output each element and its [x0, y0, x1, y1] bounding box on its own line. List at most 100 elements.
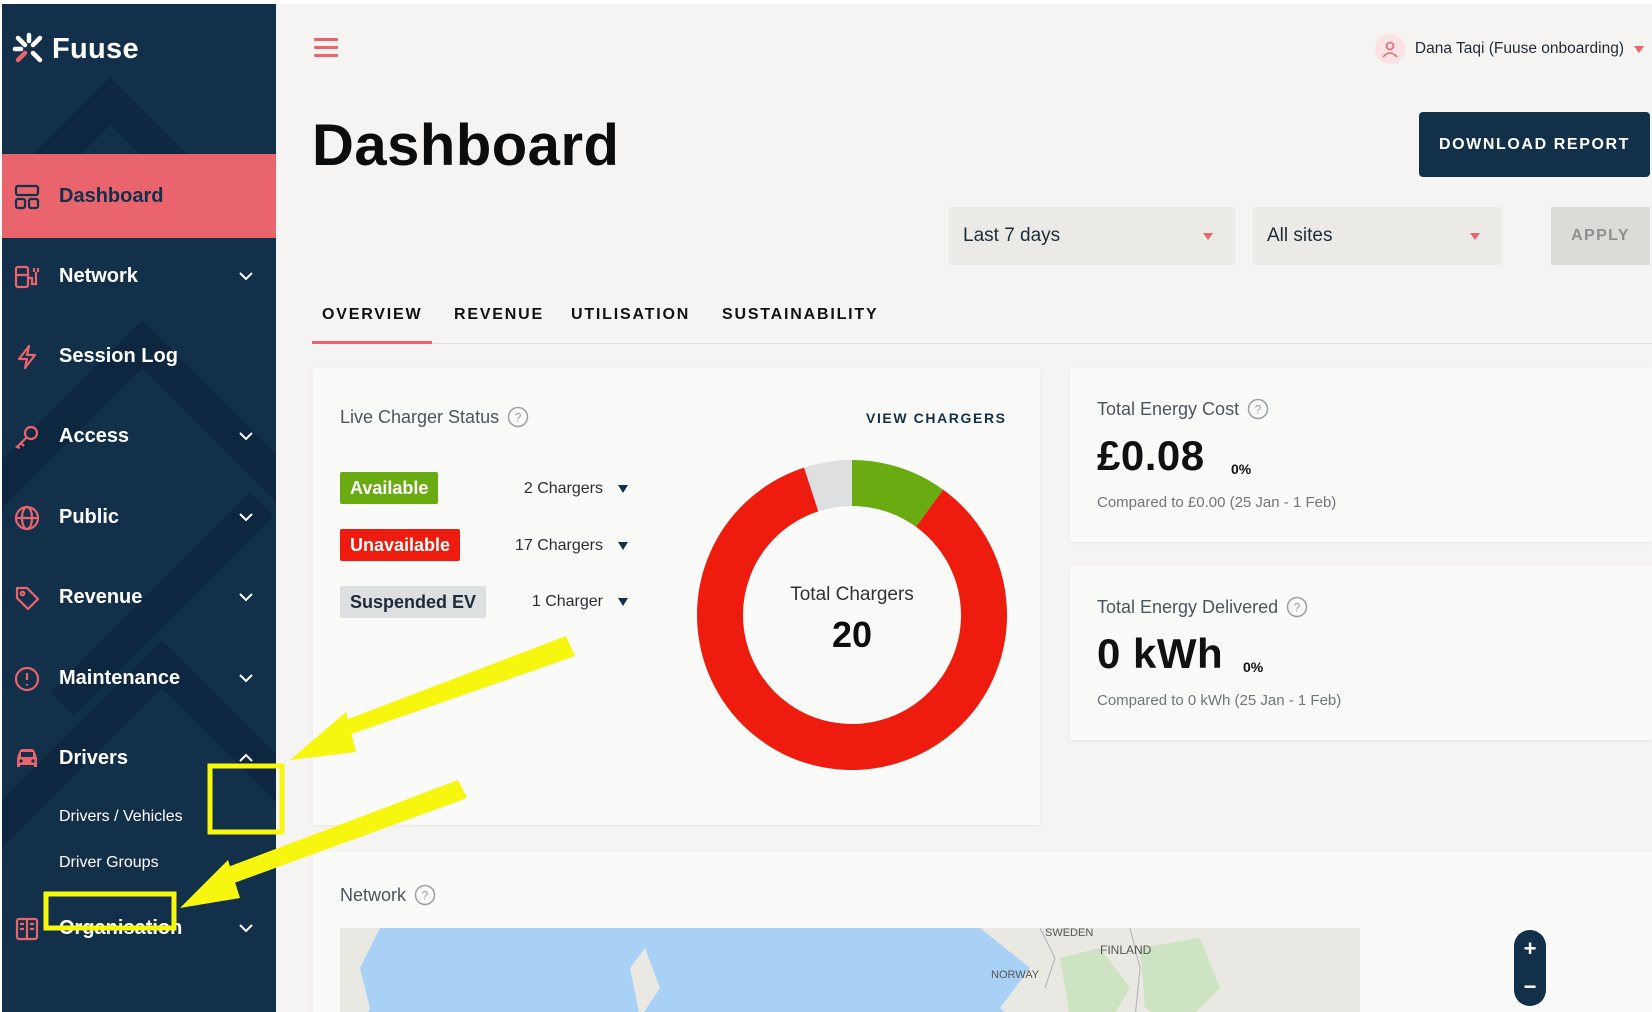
user-name: Dana Taqi (Fuuse onboarding): [1414, 40, 1624, 57]
sidebar-item-label: Maintenance: [59, 666, 181, 689]
sidebar-item-label: Public: [59, 505, 120, 528]
sidebar-item-session-log[interactable]: Session Log: [2, 314, 276, 398]
energy-delivered-compare: Compared to 0 kWh (25 Jan - 1 Feb): [1097, 692, 1342, 709]
chevron-up-icon[interactable]: [238, 750, 254, 766]
svg-text:?: ?: [1255, 403, 1262, 417]
user-avatar-icon: [1374, 34, 1405, 64]
sidebar-item-label: Session Log: [59, 344, 178, 367]
fuuse-logo-icon: [12, 32, 43, 63]
active-tab-indicator: [312, 341, 432, 344]
fuuse-logo-text: Fuuse: [52, 32, 139, 65]
sidebar-item-label: Organisation: [59, 916, 183, 939]
live-status-title: Live Charger Status: [340, 406, 500, 427]
tab-sustainability[interactable]: SUSTAINABILITY: [722, 306, 878, 324]
tab-utilisation[interactable]: UTILISATION: [571, 306, 690, 324]
sidebar-item-organisation[interactable]: Organisation: [2, 886, 276, 970]
sidebar: Fuuse Dashboard Network Session Log Acce…: [2, 4, 276, 1012]
chevron-down-icon[interactable]: [238, 670, 254, 686]
map-tiles: SWEDEN FINLAND NORWAY: [340, 928, 1360, 1012]
caret-down-icon[interactable]: [618, 485, 628, 493]
caret-down-icon[interactable]: [618, 542, 628, 550]
live-charger-status-card: Live Charger Status ? VIEW CHARGERS Avai…: [313, 368, 1040, 825]
dashboard-icon: [14, 184, 40, 210]
sites-select[interactable]: All sites: [1253, 207, 1502, 265]
network-title: Network: [340, 884, 407, 905]
status-badge-unavailable: Unavailable: [340, 529, 461, 561]
apply-button[interactable]: APPLY: [1551, 207, 1650, 265]
sidebar-item-dashboard[interactable]: Dashboard: [2, 154, 276, 238]
tab-overview[interactable]: OVERVIEW: [322, 306, 422, 324]
page-title: Dashboard: [312, 113, 620, 178]
caret-down-icon: [1203, 233, 1213, 240]
chevron-down-icon[interactable]: [238, 428, 254, 444]
sidebar-item-label: Access: [59, 424, 130, 447]
donut-segment-suspended: [804, 460, 853, 512]
sidebar-item-label: Network: [59, 264, 138, 287]
fuuse-logo[interactable]: Fuuse: [12, 32, 139, 66]
network-map-card: Network ? SWEDEN FINLAND NORWAY + −: [313, 852, 1652, 1012]
energy-cost-delta: 0%: [1231, 461, 1252, 477]
menu-toggle-icon[interactable]: [314, 38, 338, 58]
chevron-down-icon[interactable]: [238, 509, 254, 525]
sidebar-item-label: Dashboard: [59, 184, 164, 207]
donut-label: Total Chargers: [790, 584, 914, 605]
tab-revenue[interactable]: REVENUE: [454, 306, 544, 324]
dashboard-tabs: OVERVIEW REVENUE UTILISATION SUSTAINABIL…: [312, 298, 1652, 344]
zoom-out-button[interactable]: −: [1524, 974, 1537, 1000]
help-icon[interactable]: ?: [1286, 596, 1308, 618]
svg-text:?: ?: [515, 411, 522, 425]
energy-cost-title: Total Energy Cost: [1097, 398, 1240, 419]
card-title: Network ?: [340, 884, 436, 906]
building-icon: [15, 917, 39, 941]
period-select-value: Last 7 days: [963, 225, 1061, 246]
donut-segment-available: [851, 460, 944, 528]
main-content: Dana Taqi (Fuuse onboarding) Dashboard D…: [276, 4, 1652, 1012]
sidebar-subitem-driver-groups[interactable]: Driver Groups: [59, 854, 159, 872]
energy-delivered-value: 0 kWh: [1097, 630, 1224, 677]
help-icon[interactable]: ?: [1247, 398, 1269, 420]
energy-delivered-delta: 0%: [1243, 659, 1264, 675]
sidebar-subitem-drivers-vehicles[interactable]: Drivers / Vehicles: [59, 808, 183, 826]
sidebar-item-public[interactable]: Public: [2, 475, 276, 559]
sidebar-item-drivers[interactable]: Drivers: [2, 716, 276, 800]
donut-total: 20: [831, 614, 873, 655]
sidebar-item-revenue[interactable]: Revenue: [2, 555, 276, 639]
chevron-down-icon[interactable]: [238, 920, 254, 936]
sidebar-item-access[interactable]: Access: [2, 394, 276, 478]
map-label-sweden: SWEDEN: [1045, 928, 1093, 939]
period-select[interactable]: Last 7 days: [949, 207, 1235, 265]
status-badge-available: Available: [340, 472, 439, 504]
total-energy-delivered-card: Total Energy Delivered ? 0 kWh 0% Compar…: [1070, 566, 1652, 740]
map-label-finland: FINLAND: [1100, 943, 1152, 957]
sites-select-value: All sites: [1267, 225, 1333, 246]
suspended-count: 1 Charger: [531, 593, 603, 610]
sidebar-item-network[interactable]: Network: [2, 234, 276, 318]
user-menu[interactable]: Dana Taqi (Fuuse onboarding): [1374, 34, 1644, 64]
energy-cost-value: £0.08: [1097, 432, 1205, 479]
chevron-down-icon[interactable]: [238, 268, 254, 284]
help-icon[interactable]: ?: [507, 406, 529, 428]
lightning-icon: [17, 344, 37, 370]
network-map[interactable]: SWEDEN FINLAND NORWAY: [340, 928, 1360, 1012]
card-title: Total Energy Cost ?: [1097, 398, 1269, 420]
globe-icon: [14, 505, 40, 531]
card-title: Live Charger Status ?: [340, 406, 529, 428]
tag-icon: [15, 586, 40, 611]
view-chargers-link[interactable]: VIEW CHARGERS: [866, 410, 1007, 426]
energy-delivered-title: Total Energy Delivered: [1097, 596, 1279, 617]
unavailable-count: 17 Chargers: [514, 537, 603, 554]
sidebar-item-maintenance[interactable]: Maintenance: [2, 636, 276, 720]
caret-down-icon: [1634, 45, 1644, 53]
help-icon[interactable]: ?: [414, 884, 436, 906]
svg-text:?: ?: [422, 889, 429, 903]
download-report-button[interactable]: DOWNLOAD REPORT: [1419, 112, 1650, 177]
card-title: Total Energy Delivered ?: [1097, 596, 1308, 618]
sidebar-item-label: Drivers: [59, 746, 128, 769]
zoom-in-button[interactable]: +: [1524, 936, 1537, 962]
charging-station-icon: [14, 265, 40, 289]
car-icon: [17, 749, 37, 767]
energy-cost-compare: Compared to £0.00 (25 Jan - 1 Feb): [1097, 494, 1337, 511]
key-icon: [14, 425, 39, 450]
chevron-down-icon[interactable]: [238, 589, 254, 605]
caret-down-icon[interactable]: [618, 598, 628, 606]
